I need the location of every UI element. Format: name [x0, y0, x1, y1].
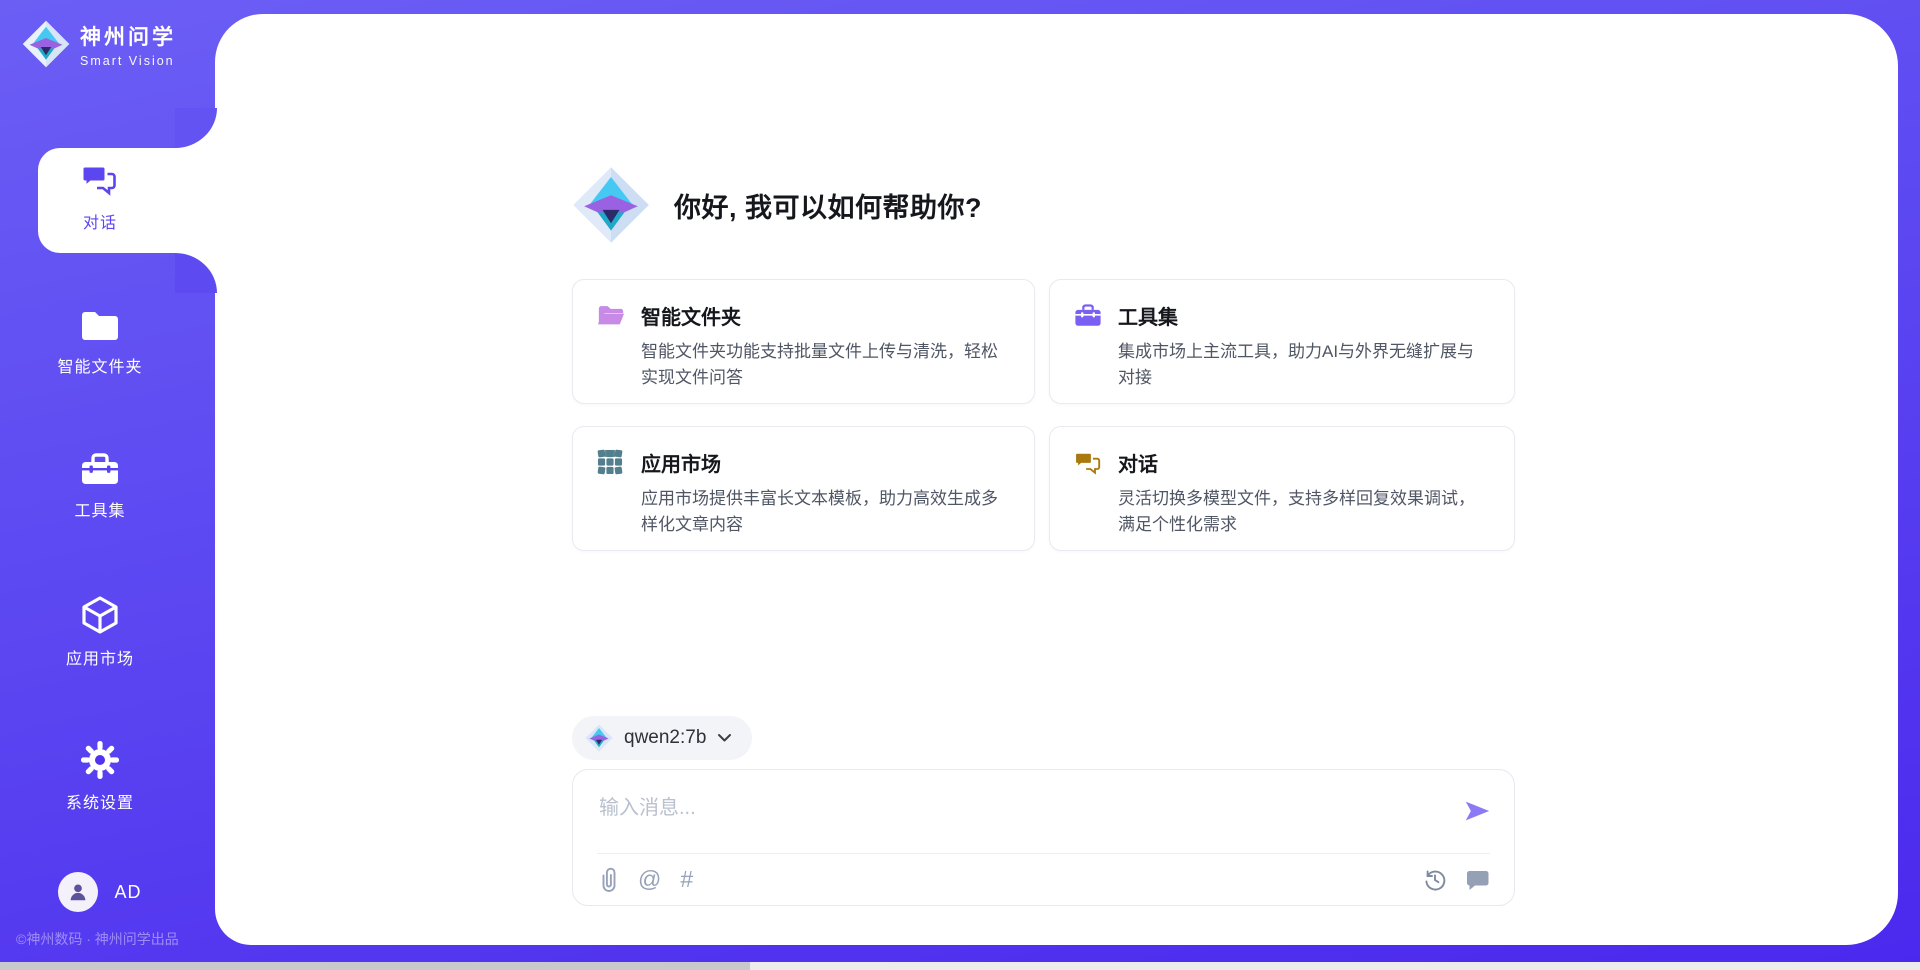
brand-diamond-icon	[22, 20, 70, 68]
sidebar-item-label: 系统设置	[66, 789, 134, 813]
comment-icon[interactable]	[1466, 869, 1490, 891]
briefcase-icon	[79, 450, 121, 488]
gear-icon	[80, 740, 120, 780]
message-input[interactable]	[573, 770, 1514, 852]
card-app-market[interactable]: 应用市场 应用市场提供丰富长文本模板，助力高效生成多样化文章内容	[572, 426, 1035, 551]
sidebar-item-settings[interactable]: 系统设置	[0, 740, 200, 813]
card-smart-folder[interactable]: 智能文件夹 智能文件夹功能支持批量文件上传与清洗，轻松实现文件问答	[572, 279, 1035, 404]
hash-icon[interactable]: #	[680, 868, 693, 891]
card-description: 灵活切换多模型文件，支持多样回复效果调试，满足个性化需求	[1118, 486, 1490, 537]
card-description: 智能文件夹功能支持批量文件上传与清洗，轻松实现文件问答	[641, 339, 1010, 390]
copyright-text: ©神州数码 · 神州问学出品	[16, 929, 179, 949]
sidebar: 神州问学 Smart Vision 对话 智能文件夹	[0, 0, 215, 970]
user-initials: AD	[114, 882, 141, 903]
message-composer: @ #	[572, 769, 1515, 906]
chat-icon	[80, 160, 120, 200]
sidebar-item-chat[interactable]: 对话	[0, 160, 200, 233]
card-title: 对话	[1118, 448, 1490, 477]
model-diamond-icon	[585, 724, 613, 752]
main-panel: 你好, 我可以如何帮助你? 智能文件夹 智能文件夹功能支持批量文件上传与清洗，轻…	[215, 14, 1898, 945]
briefcase-icon	[1074, 301, 1102, 382]
history-icon[interactable]	[1423, 868, 1447, 892]
sidebar-item-label: 对话	[83, 209, 117, 233]
horizontal-scrollbar[interactable]	[0, 962, 1920, 970]
card-toolset[interactable]: 工具集 集成市场上主流工具，助力AI与外界无缝扩展与对接	[1049, 279, 1515, 404]
feature-cards: 智能文件夹 智能文件夹功能支持批量文件上传与清洗，轻松实现文件问答 工具集	[572, 279, 1515, 551]
sidebar-item-tools[interactable]: 工具集	[0, 450, 200, 521]
card-description: 应用市场提供丰富长文本模板，助力高效生成多样化文章内容	[641, 486, 1010, 537]
avatar	[58, 872, 98, 912]
card-description: 集成市场上主流工具，助力AI与外界无缝扩展与对接	[1118, 339, 1490, 390]
model-name: qwen2:7b	[624, 727, 706, 749]
card-chat[interactable]: 对话 灵活切换多模型文件，支持多样回复效果调试，满足个性化需求	[1049, 426, 1515, 551]
assistant-diamond-icon	[572, 166, 650, 244]
cube-icon	[79, 594, 121, 636]
folder-open-icon	[597, 301, 625, 382]
card-title: 应用市场	[641, 448, 1010, 477]
tab-fillet-top	[175, 108, 217, 148]
brand-name: 神州问学	[80, 21, 176, 51]
greeting-text: 你好, 我可以如何帮助你?	[674, 186, 982, 225]
folder-icon	[79, 308, 121, 344]
greeting-block: 你好, 我可以如何帮助你?	[572, 166, 982, 244]
chat-icon	[1074, 448, 1102, 529]
card-title: 工具集	[1118, 301, 1490, 330]
mention-icon[interactable]: @	[638, 868, 661, 891]
tab-fillet-bottom	[175, 253, 217, 293]
sidebar-item-folders[interactable]: 智能文件夹	[0, 308, 200, 377]
card-title: 智能文件夹	[641, 301, 1010, 330]
user-account[interactable]: AD	[0, 872, 200, 912]
scrollbar-thumb[interactable]	[0, 962, 750, 970]
sidebar-item-market[interactable]: 应用市场	[0, 594, 200, 669]
paperclip-icon[interactable]	[599, 867, 619, 893]
grid-cube-icon	[597, 448, 625, 529]
model-selector[interactable]: qwen2:7b	[572, 716, 752, 760]
sidebar-item-label: 智能文件夹	[57, 353, 142, 377]
sidebar-item-label: 工具集	[74, 497, 125, 521]
sidebar-item-label: 应用市场	[66, 645, 134, 669]
brand-subtitle: Smart Vision	[80, 54, 176, 68]
send-icon[interactable]	[1462, 796, 1492, 826]
chevron-down-icon	[717, 733, 732, 743]
brand-logo: 神州问学 Smart Vision	[22, 20, 176, 68]
